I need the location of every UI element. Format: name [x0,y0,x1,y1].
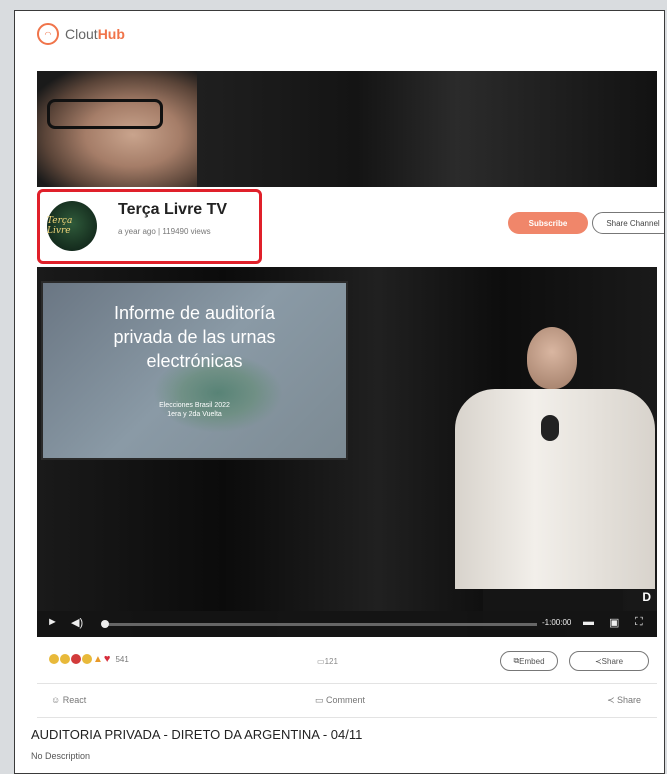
share-icon: ≺ [607,695,618,705]
play-icon[interactable]: ► [47,616,58,628]
cloudhub-logo[interactable]: ◠ CloutHub [37,23,125,45]
channel-card: Terça Livre Terça Livre TV a year ago | … [37,187,664,265]
divider [37,717,657,718]
reaction-summary[interactable]: ▲ ♥ 541 [49,653,129,665]
progress-handle[interactable] [101,620,109,628]
app-frame: ◠ CloutHub Terça Livre Terça Livre TV a … [14,10,665,774]
reaction-count: 541 [115,654,129,664]
banner-background [157,71,657,187]
comment-count[interactable]: ▭121 [317,657,338,666]
logo-text: CloutHub [65,26,125,42]
video-controls: ► ◀) -1:00:00 ▬ ▣ ⛶ [37,611,657,637]
share-button[interactable]: ≺ Share [569,651,649,671]
react-icon: ☺ [51,695,63,705]
post-title: AUDITORIA PRIVADA - DIRETO DA ARGENTINA … [31,727,363,742]
cloud-hub-logo-icon: ◠ [37,23,59,45]
warning-icon: ▲ [93,653,103,665]
heart-icon: ♥ [103,653,111,665]
subscribe-button[interactable]: Subscribe [508,212,588,234]
banner-portrait [37,71,197,187]
time-remaining: -1:00:00 [542,618,572,627]
channel-avatar[interactable]: Terça Livre [47,201,97,251]
watermark: D [642,590,651,604]
share-icon: ≺ [594,656,602,666]
embed-button[interactable]: ⧉ Embed [500,651,558,671]
channel-name[interactable]: Terça Livre TV [118,201,227,219]
fullscreen-icon[interactable]: ⛶ [635,616,643,629]
post-description: No Description [31,751,91,761]
angry-emoji-icon [71,654,81,664]
progress-bar[interactable] [101,620,537,628]
screen-title: Informe de auditoría privada de las urna… [113,303,276,371]
presenter [455,327,655,629]
volume-icon[interactable]: ◀) [71,616,83,629]
emoji-icon [60,654,70,664]
react-action[interactable]: ☺ React [51,695,86,705]
share-action[interactable]: ≺ Share [607,695,641,706]
channel-banner [37,71,657,187]
comment-action[interactable]: ▭ Comment [315,695,365,706]
top-bar: ◠ CloutHub [15,11,664,59]
presentation-screen: Informe de auditoría privada de las urna… [41,281,348,460]
settings-icon[interactable]: ▬ [583,616,594,628]
action-row: ☺ React ▭ Comment ≺ Share [37,687,657,713]
microphone-icon [541,415,559,441]
channel-meta: a year ago | 119490 views [118,227,211,236]
emoji-icon [82,654,92,664]
comment-icon: ▭ [315,695,327,705]
engagement-row: ▲ ♥ 541 ▭121 ⧉ Embed ≺ Share [37,647,657,675]
pip-icon[interactable]: ▣ [609,616,619,629]
emoji-icon [49,654,59,664]
video-player[interactable]: Informe de auditoría privada de las urna… [37,267,657,637]
screen-subtitle: Elecciones Brasil 2022 1era y 2da Vuelta [159,402,230,418]
divider [37,683,657,684]
share-channel-button[interactable]: Share Channel [592,212,664,234]
comment-icon: ▭ [317,657,325,666]
